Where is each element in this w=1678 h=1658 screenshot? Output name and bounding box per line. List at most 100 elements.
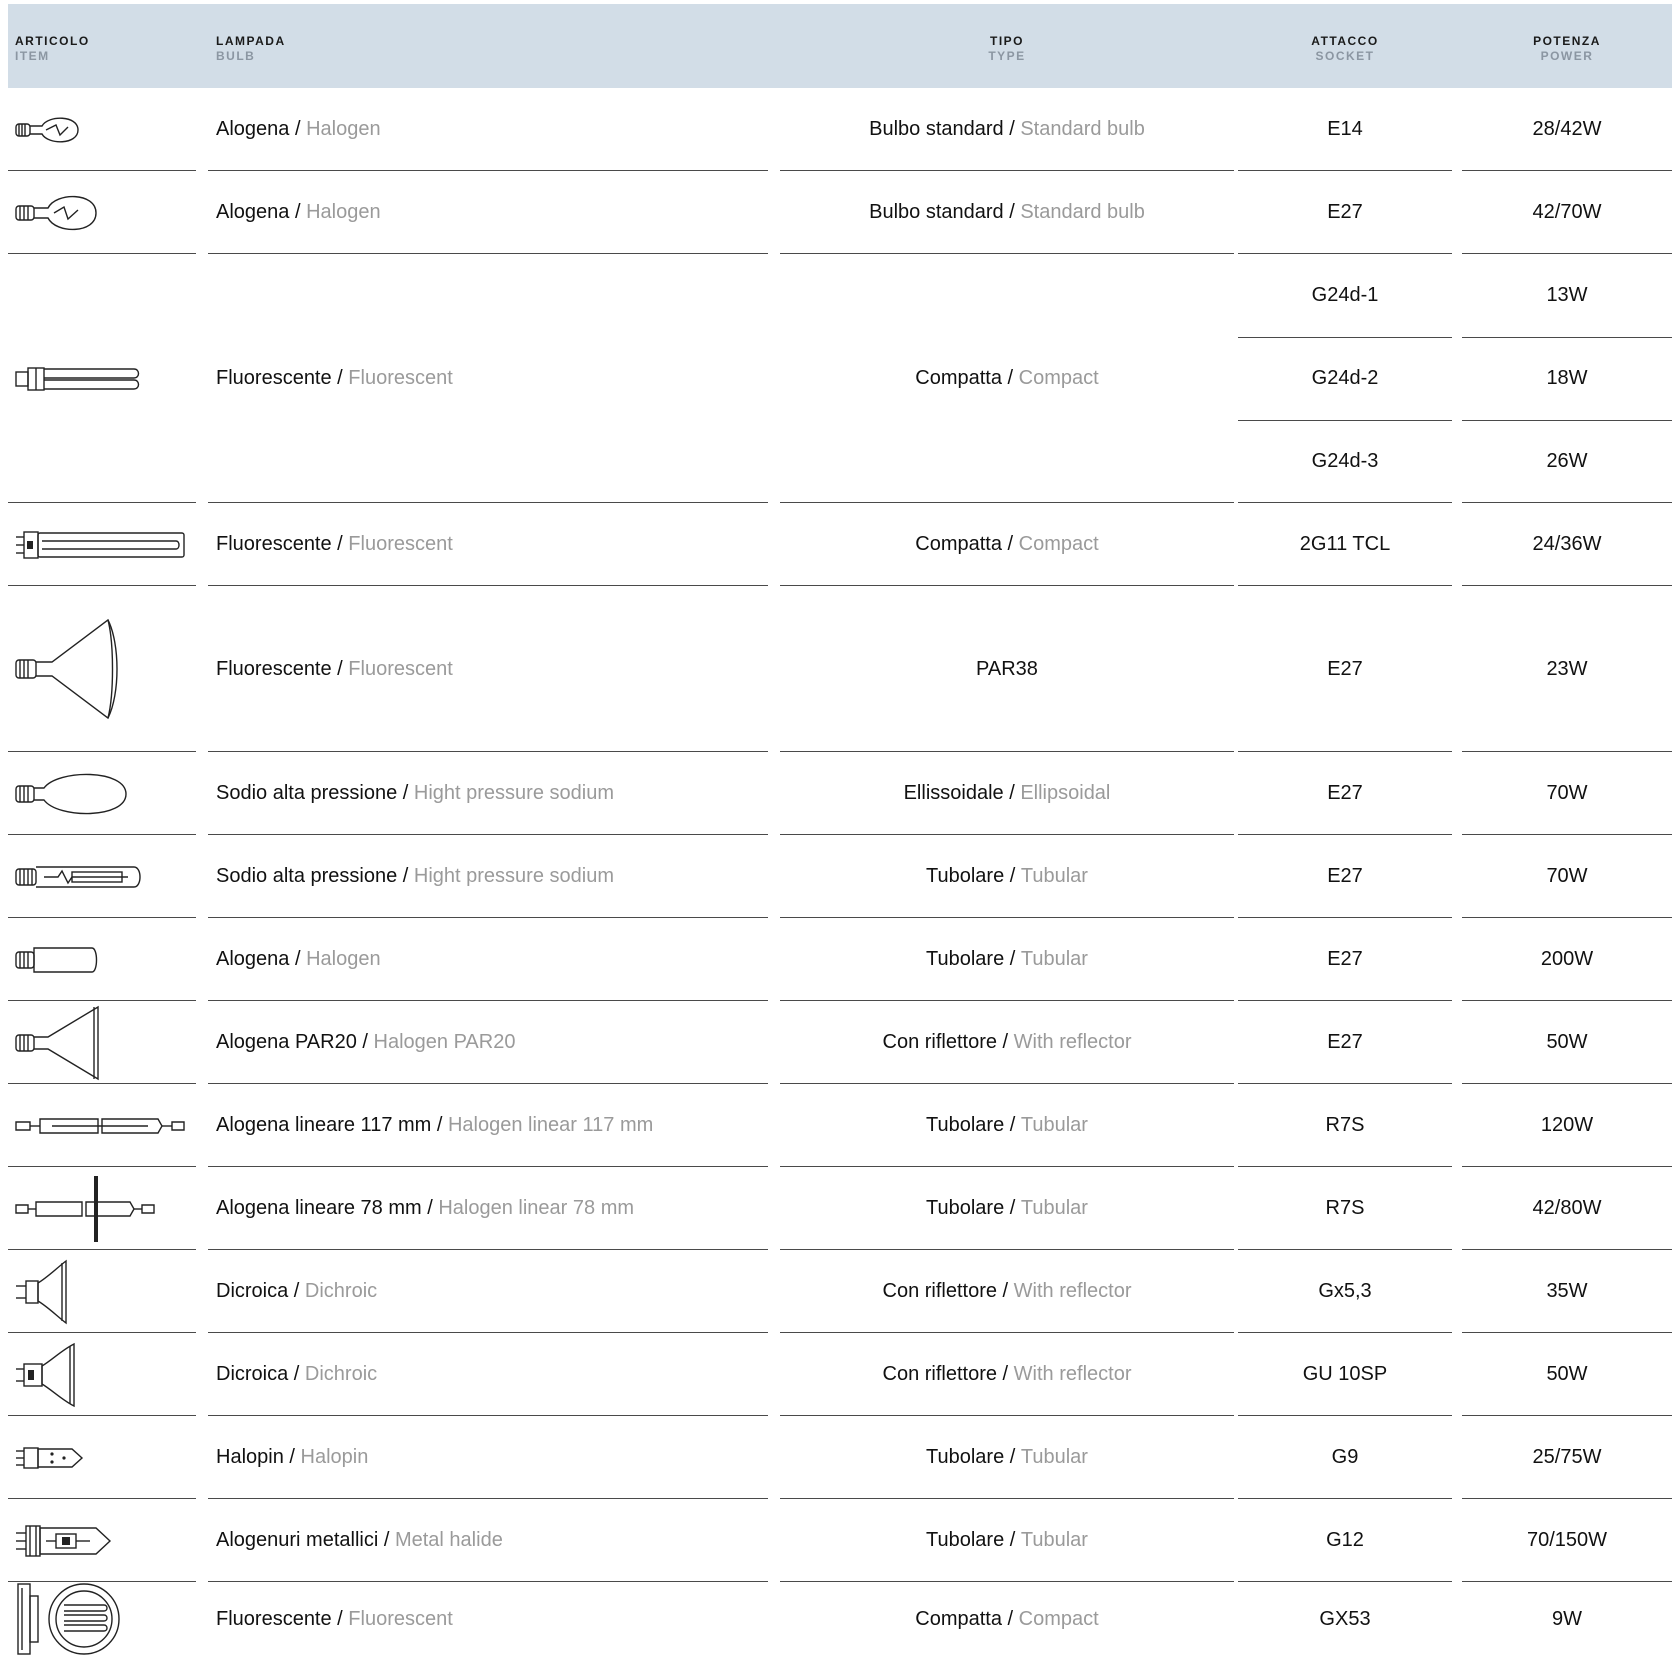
- halogen-small-bulb-icon: [8, 88, 196, 171]
- text-separator: /: [289, 201, 307, 223]
- socket-value: E14: [1327, 118, 1363, 140]
- text-en: Compact: [1018, 1607, 1099, 1630]
- potenza-cell: 70W: [1462, 835, 1672, 918]
- power-value: 25/75W: [1532, 1446, 1602, 1468]
- text-separator: /: [997, 1031, 1014, 1053]
- table-row: Halopin / Halopin Tubolare / Tubular G9 25/…: [8, 1416, 1672, 1499]
- attacco-cell: R7S: [1238, 1084, 1452, 1167]
- text-separator: /: [997, 1363, 1014, 1385]
- text-en: Tubular: [1020, 948, 1088, 970]
- text-it: Tubolare: [926, 865, 1005, 887]
- attacco-cell: E27: [1238, 918, 1452, 1001]
- text-en: Halogen: [306, 201, 381, 223]
- text-it: Tubolare: [926, 948, 1005, 970]
- text-en: Halogen PAR20: [373, 1031, 516, 1053]
- tipo-cell: Tubolare / Tubular: [780, 1416, 1234, 1499]
- lampada-cell: Alogena PAR20 / Halogen PAR20: [208, 1001, 768, 1084]
- attacco-cell: E27: [1238, 1001, 1452, 1084]
- text-separator: /: [283, 1446, 301, 1468]
- text-en: Tubular: [1020, 865, 1088, 887]
- lampada-cell: Alogena / Halogen: [208, 918, 768, 1001]
- text-en: Halogen linear 117 mm: [447, 1114, 654, 1136]
- tipo-cell: Tubolare / Tubular: [780, 1499, 1234, 1582]
- text-separator: /: [288, 1280, 305, 1302]
- attacco-cell: Gx5,3: [1238, 1250, 1452, 1333]
- table-row: Dicroica / Dichroic Con riflettore / With…: [8, 1333, 1672, 1416]
- table-row: Alogena / Halogen Bulbo standard / Standa…: [8, 88, 1672, 171]
- text-en: With reflector: [1013, 1031, 1132, 1053]
- table-row: Alogena / Halogen Bulbo standard / Standa…: [8, 171, 1672, 254]
- text-separator: /: [1002, 533, 1019, 555]
- attacco-cell: G9: [1238, 1416, 1452, 1499]
- text-en: Tubular: [1020, 1446, 1088, 1468]
- potenza-cell: 13W 18W 26W: [1462, 254, 1672, 503]
- lampada-cell: Sodio alta pressione / Hight pressure so…: [208, 752, 768, 835]
- header-item-en: ITEM: [15, 49, 50, 63]
- attacco-cell: 2G11 TCL: [1238, 503, 1452, 586]
- text-separator: /: [331, 533, 349, 555]
- lampada-cell: Fluorescente / Fluorescent: [208, 254, 768, 503]
- socket-value: G12: [1326, 1529, 1364, 1551]
- power-value: 42/80W: [1532, 1197, 1602, 1219]
- text-it: Alogenuri metallici: [216, 1529, 379, 1551]
- lampada-cell: Alogena lineare 78 mm / Halogen linear 7…: [208, 1167, 768, 1250]
- text-en: Fluorescent: [348, 533, 453, 555]
- text-it: Alogena PAR20: [216, 1031, 357, 1053]
- socket-value: R7S: [1325, 1197, 1365, 1219]
- text-it: Alogena lineare 78 mm: [216, 1197, 422, 1219]
- tipo-cell: PAR38: [780, 586, 1234, 752]
- power-value: 24/36W: [1532, 533, 1602, 555]
- socket-value: G9: [1331, 1446, 1359, 1468]
- text-en: Tubular: [1020, 1197, 1088, 1219]
- tipo-cell: Con riflettore / With reflector: [780, 1250, 1234, 1333]
- text-en: With reflector: [1013, 1280, 1132, 1302]
- text-separator: /: [1004, 1446, 1021, 1468]
- potenza-cell: 28/42W: [1462, 88, 1672, 171]
- halopin-bulb-icon: [8, 1416, 196, 1499]
- lampada-cell: Fluorescente / Fluorescent: [208, 503, 768, 586]
- text-separator: /: [421, 1197, 439, 1219]
- socket-value: E27: [1327, 782, 1363, 804]
- lampada-cell: Alogena / Halogen: [208, 88, 768, 171]
- socket-value: G24d-2: [1311, 367, 1379, 389]
- halogen-standard-bulb-icon: [8, 171, 196, 254]
- socket-value: GX53: [1319, 1607, 1371, 1630]
- text-it: Sodio alta pressione: [216, 782, 398, 804]
- potenza-cell: 50W: [1462, 1333, 1672, 1416]
- socket-value: E27: [1327, 657, 1363, 680]
- text-separator: /: [1004, 1529, 1021, 1551]
- table-row: Alogena PAR20 / Halogen PAR20 Con riflett…: [8, 1001, 1672, 1084]
- tipo-cell: Tubolare / Tubular: [780, 918, 1234, 1001]
- text-separator: /: [397, 865, 414, 887]
- potenza-cell: 50W: [1462, 1001, 1672, 1084]
- socket-value: G24d-1: [1311, 284, 1379, 306]
- power-value: 18W: [1546, 367, 1588, 389]
- par38-reflector-bulb-icon: [8, 586, 196, 752]
- text-it: Compatta: [915, 533, 1002, 555]
- potenza-cell: 23W: [1462, 586, 1672, 752]
- tubular-halogen-bulb-icon: [8, 918, 196, 1001]
- text-it: Fluorescente: [216, 533, 332, 555]
- lampada-cell: Dicroica / Dichroic: [208, 1250, 768, 1333]
- table-row: Alogena lineare 117 mm / Halogen linear …: [8, 1084, 1672, 1167]
- text-it: Alogena lineare 117 mm: [216, 1114, 432, 1136]
- table-row: Fluorescente / Fluorescent PAR38 E27 23W: [8, 586, 1672, 752]
- socket-value: Gx5,3: [1318, 1280, 1372, 1302]
- text-it: Bulbo standard: [869, 118, 1004, 140]
- header-type-it: TIPO: [989, 34, 1024, 48]
- dichroic-gx53-pin-icon: [8, 1250, 196, 1333]
- text-en: Dichroic: [304, 1363, 378, 1385]
- text-it: Dicroica: [216, 1363, 289, 1385]
- socket-value: E27: [1327, 201, 1363, 223]
- text-it: Fluorescente: [216, 1607, 332, 1630]
- compact-fluorescent-icon: [8, 254, 196, 503]
- attacco-cell: E27: [1238, 171, 1452, 254]
- text-separator: /: [397, 782, 414, 804]
- tipo-cell: Compatta / Compact: [780, 1582, 1234, 1656]
- text-separator: /: [1003, 201, 1021, 223]
- header-power: POTENZA POWER: [1462, 34, 1672, 64]
- ellipsoidal-bulb-icon: [8, 752, 196, 835]
- socket-value: E27: [1327, 865, 1363, 887]
- attacco-cell: G12: [1238, 1499, 1452, 1582]
- text-en: Tubular: [1020, 1529, 1088, 1551]
